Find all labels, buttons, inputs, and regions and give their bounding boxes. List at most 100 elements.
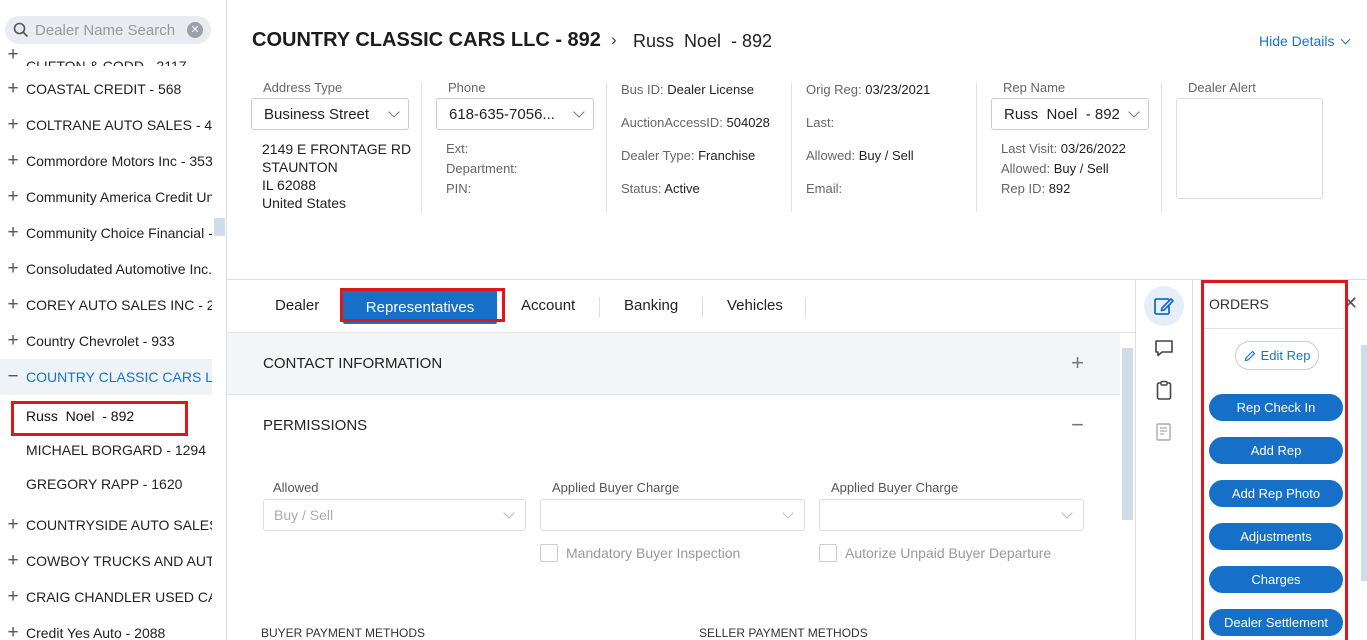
expand-icon: + — [7, 186, 19, 207]
status-label: Status: — [621, 181, 662, 196]
column-divider — [791, 82, 792, 212]
last-visit-label: Last Visit: — [1001, 141, 1058, 156]
address-type-value: Business Street — [264, 105, 370, 123]
dealer-item[interactable]: + CLIFTON & CODD - 2117 — [0, 44, 212, 66]
dealer-item-label: Consoludated Automotive Inc. - — [26, 261, 212, 277]
last-visit-row: Last Visit: 03/26/2022 — [1001, 141, 1126, 156]
dealer-item[interactable]: + COASTAL CREDIT - 568 — [0, 71, 212, 107]
checkbox-box[interactable] — [540, 544, 558, 562]
dealer-type-row: Dealer Type: Franchise — [621, 148, 755, 163]
expand-icon: + — [7, 514, 19, 535]
contact-section-header[interactable]: CONTACT INFORMATION + — [227, 333, 1120, 395]
sidebar-scrollbar[interactable] — [214, 218, 225, 236]
dealer-item-label: COLTRANE AUTO SALES - 492 — [26, 117, 212, 133]
autorize-departure-label: Autorize Unpaid Buyer Departure — [845, 545, 1052, 561]
bus-id-label: Bus ID: — [621, 82, 664, 97]
phone-select[interactable]: 618-635-7056... — [436, 98, 594, 130]
main-scrollbar[interactable] — [1122, 348, 1133, 520]
dealer-item-selected[interactable]: − COUNTRY CLASSIC CARS LLC — [0, 359, 212, 395]
dealer-alert-box[interactable] — [1176, 98, 1323, 199]
tab-vehicles[interactable]: Vehicles — [727, 297, 783, 317]
dealer-item-label: Community Choice Financial - 1 — [26, 225, 212, 241]
auction-value: 504028 — [726, 115, 770, 130]
dealer-item-label: Commordore Motors Inc - 353 — [26, 153, 212, 169]
dealer-item[interactable]: + COREY AUTO SALES INC - 209 — [0, 287, 212, 323]
dealer-item[interactable]: + Credit Yes Auto - 2088 — [0, 615, 212, 640]
tab-divider — [702, 297, 703, 317]
buyer-charge-select[interactable] — [819, 499, 1084, 531]
allowed-select[interactable]: Buy / Sell — [263, 499, 526, 531]
dealer-item-label: COUNTRYSIDE AUTO SALES C — [26, 517, 212, 533]
dealer-item[interactable]: + COWBOY TRUCKS AND AUTO — [0, 543, 212, 579]
tab-account[interactable]: Account — [521, 297, 575, 317]
dealer-item[interactable]: + Country Chevrolet - 933 — [0, 323, 212, 359]
autorize-departure-checkbox[interactable]: Autorize Unpaid Buyer Departure — [819, 544, 1051, 562]
bus-id-value: Dealer License — [667, 82, 754, 97]
dealer-item[interactable]: + Commordore Motors Inc - 353 — [0, 143, 212, 179]
chevron-down-icon — [1061, 507, 1073, 519]
ext-label: Ext: — [446, 141, 469, 156]
expand-icon: + — [7, 114, 19, 135]
expand-icon: + — [7, 550, 19, 571]
expand-icon: + — [7, 586, 19, 607]
dealer-search-input[interactable] — [35, 21, 187, 39]
rep-item-label: MICHAEL BORGARD - 1294 — [26, 442, 206, 458]
rep-name-select[interactable]: Russ Noel - 892 — [991, 98, 1149, 130]
expand-icon[interactable]: + — [1071, 350, 1084, 376]
email-label: Email: — [806, 181, 843, 196]
dealer-item[interactable]: + COLTRANE AUTO SALES - 492 — [0, 107, 212, 143]
address-type-select[interactable]: Business Street — [251, 98, 409, 130]
tab-highlight-box — [340, 288, 505, 322]
column-divider — [976, 82, 977, 212]
dealer-search[interactable]: ✕ — [5, 16, 211, 44]
clear-search-icon[interactable]: ✕ — [187, 22, 203, 38]
tab-dealer[interactable]: Dealer — [275, 297, 319, 317]
mandatory-inspection-label: Mandatory Buyer Inspection — [566, 545, 741, 561]
dealer-item[interactable]: + CRAIG CHANDLER USED CAR — [0, 579, 212, 615]
clipboard-icon[interactable] — [1144, 370, 1184, 410]
dealer-item-label: Credit Yes Auto - 2088 — [26, 625, 166, 640]
chat-icon[interactable] — [1144, 328, 1184, 368]
chevron-down-icon — [1128, 106, 1140, 118]
tab-banking[interactable]: Banking — [624, 297, 678, 317]
permissions-section-header[interactable]: PERMISSIONS − — [227, 395, 1120, 457]
phone-label: Phone — [448, 80, 486, 95]
buyer-charge-label: Applied Buyer Charge — [552, 480, 680, 495]
orders-scrollbar[interactable] — [1361, 345, 1367, 581]
address-line: STAUNTON — [262, 159, 338, 175]
document-icon[interactable] — [1144, 412, 1184, 452]
address-type-label: Address Type — [263, 80, 343, 95]
collapse-icon[interactable]: − — [1071, 412, 1084, 438]
search-icon — [13, 22, 29, 38]
checkbox-box[interactable] — [819, 544, 837, 562]
hide-details-label: Hide Details — [1259, 33, 1335, 49]
auction-row: AuctionAccessID: 504028 — [621, 115, 779, 130]
dealer-item[interactable]: + Community America Credit Uni — [0, 179, 212, 215]
dealer-item[interactable]: + Community Choice Financial - 1 — [0, 215, 212, 251]
rep-highlight-box — [11, 401, 188, 436]
allowed-field-label: Allowed — [273, 480, 319, 495]
dealer-item[interactable]: + Consoludated Automotive Inc. - — [0, 251, 212, 287]
expand-icon: + — [7, 330, 19, 351]
edit-icon[interactable] — [1144, 286, 1184, 326]
dealer-item[interactable]: + COUNTRYSIDE AUTO SALES C — [0, 507, 212, 543]
mandatory-inspection-checkbox[interactable]: Mandatory Buyer Inspection — [540, 544, 740, 562]
last-visit-value: 03/26/2022 — [1060, 141, 1126, 156]
rep-item[interactable]: GREGORY RAPP - 1620 — [0, 467, 212, 501]
orig-reg-row: Orig Reg: 03/23/2021 — [806, 82, 930, 97]
buyer-charge-select[interactable] — [540, 499, 805, 531]
column-divider — [1161, 82, 1162, 212]
chevron-down-icon — [503, 507, 515, 519]
dealer-alert-label: Dealer Alert — [1188, 80, 1256, 95]
orig-reg-value: 03/23/2021 — [865, 82, 931, 97]
rep-item[interactable]: MICHAEL BORGARD - 1294 — [0, 433, 212, 467]
auction-label: AuctionAccessID: — [621, 115, 723, 130]
breadcrumb-rep: Russ Noel - 892 — [633, 31, 773, 51]
hide-details-link[interactable]: Hide Details — [1259, 33, 1351, 49]
seller-payment-methods-label: SELLER PAYMENT METHODS — [699, 626, 868, 640]
dealer-item-label: CLIFTON & CODD - 2117 — [26, 58, 187, 66]
rep-name-label: Rep Name — [1003, 80, 1066, 95]
expand-icon: + — [7, 258, 19, 279]
rep-id-row: Rep ID: 892 — [1001, 181, 1070, 196]
rep-item-label: GREGORY RAPP - 1620 — [26, 476, 183, 492]
